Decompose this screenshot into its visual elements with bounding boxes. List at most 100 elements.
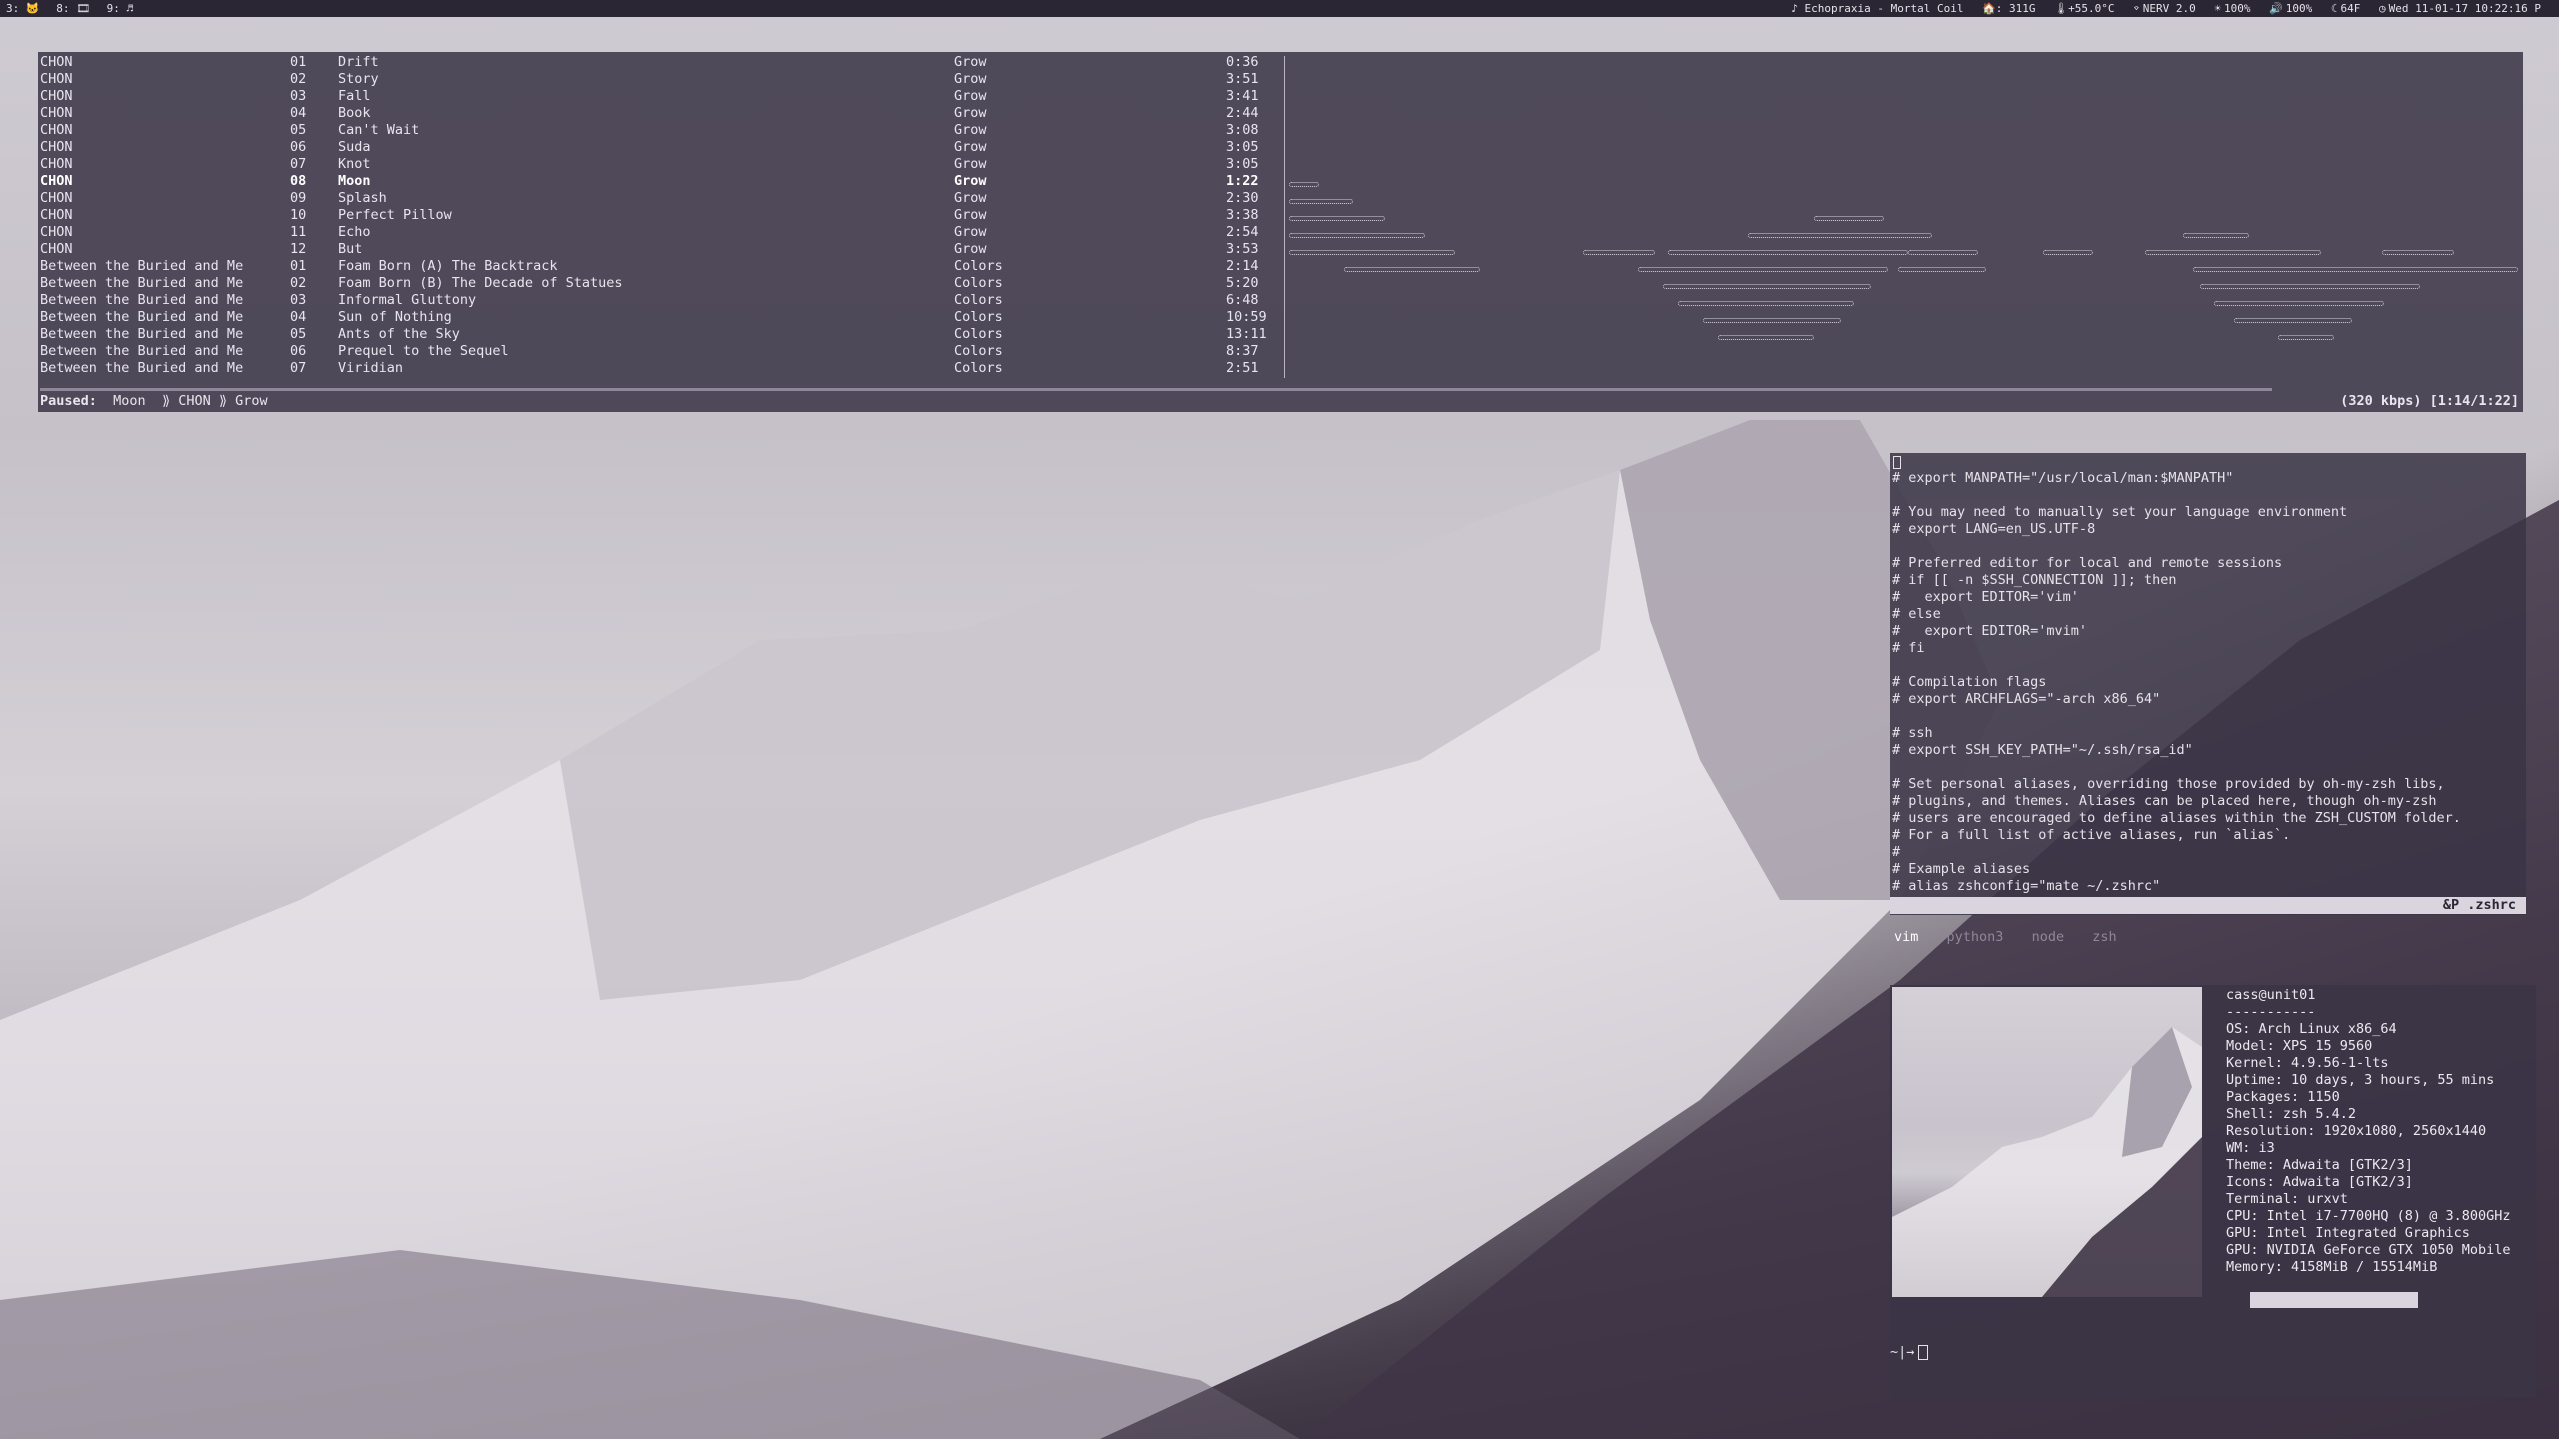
tab-python3[interactable]: python3 <box>1947 929 2004 945</box>
vim-statusline: &P .zshrc <box>1890 897 2526 914</box>
workspace-8[interactable]: 8: 🎞 <box>56 2 90 15</box>
track-row[interactable]: CHON 08 Moon Grow 1:22 <box>40 173 1280 190</box>
track-row[interactable]: Between the Buried and Me 03 Informal Glut… <box>40 292 1280 309</box>
playlist: CHON 01 Drift Grow 0:36 CHON 02 Story Grow 3:51 CH… <box>40 54 1280 377</box>
code-line: # You may need to manually set your lang… <box>1892 504 2348 520</box>
track-title: Knot <box>338 156 371 172</box>
prompt-text: ~|→ <box>1890 1344 1915 1360</box>
tmux-tabs: vim python3 node zsh <box>1894 929 2137 946</box>
track-duration: 0:36 <box>1226 54 1259 70</box>
info-divider: ----------- <box>2226 1004 2316 1020</box>
track-duration: 3:08 <box>1226 122 1259 138</box>
info-line: Packages: 1150 <box>2226 1089 2340 1105</box>
track-row[interactable]: Between the Buried and Me 06 Prequel to th… <box>40 343 1280 360</box>
track-duration: 3:38 <box>1226 207 1259 223</box>
track-album: Colors <box>954 275 1003 291</box>
clock: ◷ Wed 11-01-17 10:22:16 P <box>2379 2 2541 15</box>
track-row[interactable]: CHON 02 Story Grow 3:51 <box>40 71 1280 88</box>
wifi-icon: ⌔ <box>2133 2 2140 15</box>
track-duration: 8:37 <box>1226 343 1259 359</box>
terminal-window[interactable]: cass@unit01 ----------- OS: Arch Linux x… <box>1890 985 2536 1397</box>
code-line: # users are encouraged to define aliases… <box>1892 810 2461 826</box>
track-row[interactable]: CHON 11 Echo Grow 2:54 <box>40 224 1280 241</box>
workspace-3[interactable]: 3: 🐱 <box>6 2 40 15</box>
track-duration: 3:53 <box>1226 241 1259 257</box>
track-artist: CHON <box>40 88 73 104</box>
track-duration: 10:59 <box>1226 309 1267 325</box>
track-artist: CHON <box>40 156 73 172</box>
track-artist: Between the Buried and Me <box>40 343 244 359</box>
code-line: # Example aliases <box>1892 861 2031 877</box>
disk-usage: 🏠: 311G <box>1982 2 2036 15</box>
editor-buffer[interactable]: # export MANPATH="/usr/local/man:$MANPAT… <box>1890 470 2526 895</box>
thumbnail-mountains <box>1892 1027 2202 1297</box>
track-duration: 3:05 <box>1226 156 1259 172</box>
track-album: Grow <box>954 224 987 240</box>
info-line: WM: i3 <box>2226 1140 2275 1156</box>
music-player-window[interactable]: CHON 01 Drift Grow 0:36 CHON 02 Story Grow 3:51 CH… <box>38 52 2523 412</box>
tab-zsh[interactable]: zsh <box>2092 929 2116 945</box>
seek-bar[interactable] <box>40 388 2272 391</box>
track-album: Grow <box>954 88 987 104</box>
code-line: # Compilation flags <box>1892 674 2047 690</box>
track-title: Echo <box>338 224 371 240</box>
code-line: # export SSH_KEY_PATH="~/.ssh/rsa_id" <box>1892 742 2193 758</box>
info-line: Kernel: 4.9.56-1-lts <box>2226 1055 2389 1071</box>
track-duration: 2:30 <box>1226 190 1259 206</box>
track-row[interactable]: CHON 03 Fall Grow 3:41 <box>40 88 1280 105</box>
info-line: Theme: Adwaita [GTK2/3] <box>2226 1157 2413 1173</box>
track-row[interactable]: CHON 07 Knot Grow 3:05 <box>40 156 1280 173</box>
track-title: Moon <box>338 173 371 189</box>
track-artist: Between the Buried and Me <box>40 360 244 376</box>
track-title: But <box>338 241 363 257</box>
divider <box>1284 56 1285 378</box>
track-album: Grow <box>954 241 987 257</box>
visualizer <box>1288 122 2518 352</box>
track-album: Grow <box>954 173 987 189</box>
track-title: Drift <box>338 54 379 70</box>
track-album: Colors <box>954 326 1003 342</box>
track-album: Colors <box>954 309 1003 325</box>
track-row[interactable]: Between the Buried and Me 02 Foam Born (B)… <box>40 275 1280 292</box>
track-row[interactable]: CHON 09 Splash Grow 2:30 <box>40 190 1280 207</box>
track-row[interactable]: CHON 05 Can't Wait Grow 3:08 <box>40 122 1280 139</box>
track-row[interactable]: CHON 01 Drift Grow 0:36 <box>40 54 1280 71</box>
track-row[interactable]: Between the Buried and Me 04 Sun of Nothin… <box>40 309 1280 326</box>
code-line: # Set personal aliases, overriding those… <box>1892 776 2445 792</box>
track-row[interactable]: CHON 10 Perfect Pillow Grow 3:38 <box>40 207 1280 224</box>
shell-prompt[interactable]: ~|→ <box>1890 1344 1929 1361</box>
workspace-9[interactable]: 9: ♬ <box>107 2 134 15</box>
vim-editor-window[interactable]: # export MANPATH="/usr/local/man:$MANPAT… <box>1890 453 2526 915</box>
track-duration: 6:48 <box>1226 292 1259 308</box>
now-playing: ♪ Echopraxia - Mortal Coil <box>1791 2 1964 15</box>
track-number: 01 <box>290 54 307 70</box>
track-row[interactable]: CHON 12 But Grow 3:53 <box>40 241 1280 258</box>
track-title: Story <box>338 71 379 87</box>
info-line: Resolution: 1920x1080, 2560x1440 <box>2226 1123 2487 1139</box>
track-duration: 13:11 <box>1226 326 1267 342</box>
track-row[interactable]: Between the Buried and Me 07 Viridian Color… <box>40 360 1280 377</box>
track-duration: 2:14 <box>1226 258 1259 274</box>
track-row[interactable]: CHON 06 Suda Grow 3:05 <box>40 139 1280 156</box>
separator: ⟫ <box>161 393 171 409</box>
track-row[interactable]: Between the Buried and Me 01 Foam Born (A)… <box>40 258 1280 275</box>
track-row[interactable]: Between the Buried and Me 05 Ants of the S… <box>40 326 1280 343</box>
current-track: Moon <box>113 393 146 409</box>
track-title: Prequel to the Sequel <box>338 343 509 359</box>
track-title: Can't Wait <box>338 122 420 138</box>
tab-vim[interactable]: vim <box>1894 929 1918 945</box>
info-line: Memory: 4158MiB / 15514MiB <box>2226 1259 2438 1275</box>
track-row[interactable]: CHON 04 Book Grow 2:44 <box>40 105 1280 122</box>
track-artist: Between the Buried and Me <box>40 292 244 308</box>
code-line: # export EDITOR='mvim' <box>1892 623 2088 639</box>
track-title: Fall <box>338 88 371 104</box>
track-number: 07 <box>290 360 307 376</box>
info-line: CPU: Intel i7-7700HQ (8) @ 3.800GHz <box>2226 1208 2511 1224</box>
bitrate-time: (320 kbps) [1:14/1:22] <box>2340 393 2519 409</box>
track-album: Colors <box>954 292 1003 308</box>
tab-node[interactable]: node <box>2032 929 2065 945</box>
track-album: Grow <box>954 122 987 138</box>
